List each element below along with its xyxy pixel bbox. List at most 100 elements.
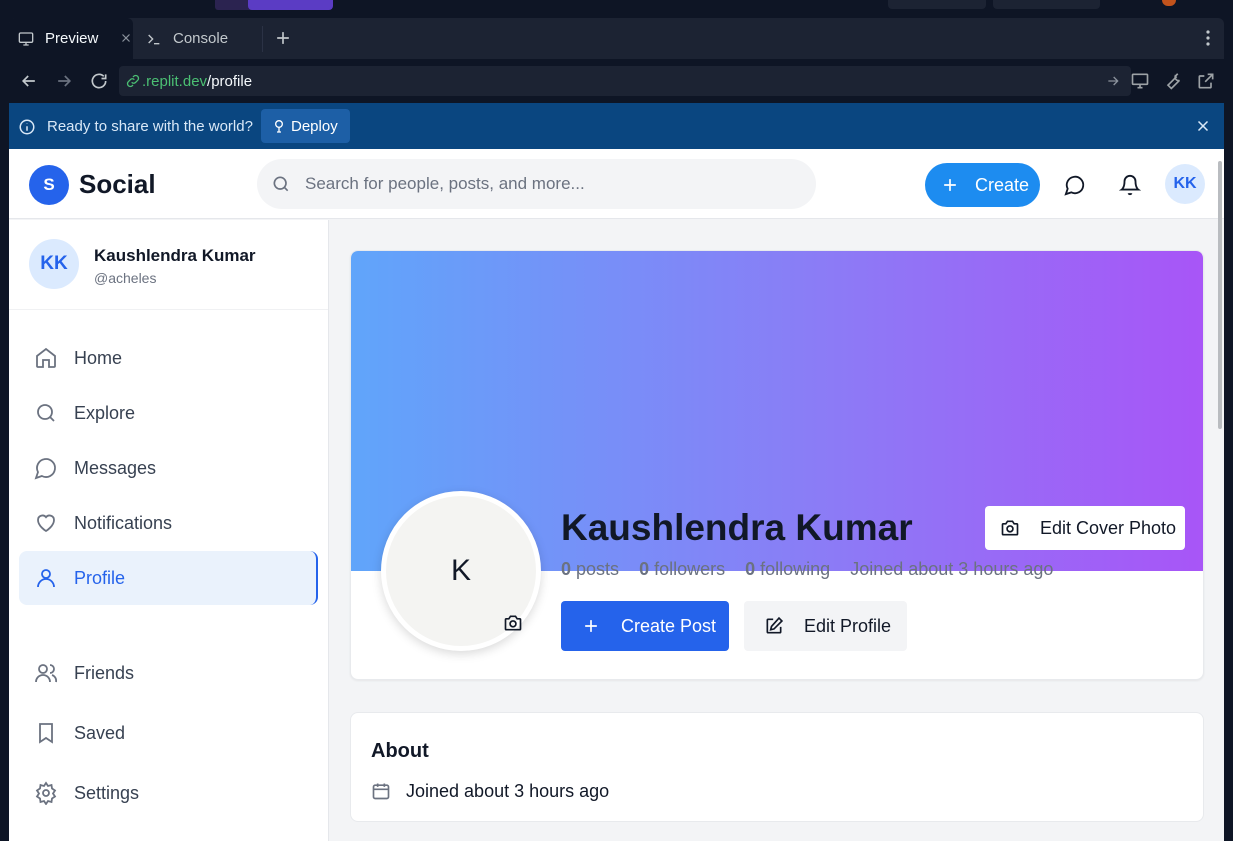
header-avatar[interactable]: KK xyxy=(1165,164,1205,204)
create-label: Create xyxy=(975,174,1030,195)
deploy-banner: Ready to share with the world? Deploy xyxy=(9,103,1224,149)
sidebar-item-label: Profile xyxy=(74,568,126,588)
add-tab-icon[interactable] xyxy=(273,28,293,48)
close-tab-icon[interactable] xyxy=(119,30,133,46)
top-strip-button[interactable] xyxy=(888,0,986,9)
stat-followers-count: 0 xyxy=(639,559,650,579)
sidebar-item-label: Friends xyxy=(74,663,135,683)
more-vertical-icon[interactable] xyxy=(1204,28,1212,48)
info-icon xyxy=(18,118,36,136)
profile-stats: 0 posts 0 followers 0 following Joined a… xyxy=(561,559,1053,580)
logo[interactable]: S xyxy=(29,165,69,205)
avatar: KK xyxy=(29,239,79,289)
scrollbar[interactable] xyxy=(1218,161,1222,429)
tab-preview[interactable]: Preview xyxy=(9,18,133,59)
link-icon xyxy=(125,73,141,89)
bell-icon[interactable] xyxy=(1119,174,1141,196)
stat-followers[interactable]: 0 followers xyxy=(639,559,725,580)
top-strip-active-tab[interactable] xyxy=(248,0,333,10)
go-arrow-icon[interactable] xyxy=(1105,73,1121,89)
profile-name: Kaushlendra Kumar xyxy=(561,507,913,548)
search-bar[interactable] xyxy=(257,159,816,209)
sidebar-user-card[interactable]: KK Kaushlendra Kumar @acheles xyxy=(9,220,328,310)
about-title: About xyxy=(371,740,429,762)
stat-following-count: 0 xyxy=(745,559,756,579)
camera-icon xyxy=(1000,518,1020,538)
edit-icon xyxy=(764,616,784,636)
url-host: .replit.dev xyxy=(142,73,208,90)
edit-cover-photo-button[interactable]: Edit Cover Photo xyxy=(985,506,1185,550)
sidebar-item-label: Settings xyxy=(74,783,140,803)
sidebar-item-profile[interactable]: Profile xyxy=(19,551,318,605)
sidebar-item-label: Notifications xyxy=(74,513,173,533)
message-circle-icon[interactable] xyxy=(1064,174,1086,196)
top-strip-button[interactable] xyxy=(993,0,1100,9)
calendar-icon xyxy=(371,781,391,801)
profile-card: Edit Cover Photo K Kaushlendra Kumar 0 p… xyxy=(350,250,1204,680)
screen: Preview Console .replit.dev/profile Read… xyxy=(0,0,1233,841)
heart-icon xyxy=(34,511,58,535)
stat-joined: Joined about 3 hours ago xyxy=(850,559,1054,579)
edit-profile-button[interactable]: Edit Profile xyxy=(744,601,907,651)
stat-posts-label: posts xyxy=(576,559,620,579)
reload-icon[interactable] xyxy=(89,71,109,91)
url-path: /profile xyxy=(207,73,253,90)
address-bar: .replit.dev/profile xyxy=(9,59,1224,103)
tab-preview-label: Preview xyxy=(45,30,99,47)
back-arrow-icon[interactable] xyxy=(19,71,39,91)
stat-posts-count: 0 xyxy=(561,559,572,579)
user-icon xyxy=(34,566,58,590)
edit-cover-label: Edit Cover Photo xyxy=(1040,517,1177,538)
deploy-button[interactable]: Deploy xyxy=(261,109,350,143)
user-handle: @acheles xyxy=(94,270,157,286)
user-name: Kaushlendra Kumar xyxy=(94,246,256,265)
sidebar-item-saved[interactable]: Saved xyxy=(19,706,318,760)
tab-console-label: Console xyxy=(173,30,229,47)
message-icon xyxy=(34,456,58,480)
url-text: .replit.dev/profile xyxy=(142,73,252,90)
sidebar-item-label: Messages xyxy=(74,458,157,478)
search-input[interactable] xyxy=(305,171,795,197)
create-post-button[interactable]: Create Post xyxy=(561,601,729,651)
deploy-label: Deploy xyxy=(291,117,338,135)
stat-following[interactable]: 0 following xyxy=(745,559,830,580)
top-strip-avatar[interactable] xyxy=(1162,0,1176,6)
sidebar-item-friends[interactable]: Friends xyxy=(19,646,318,700)
monitor-icon xyxy=(17,31,35,47)
close-banner-icon[interactable] xyxy=(1194,117,1212,135)
sidebar-item-label: Explore xyxy=(74,403,136,423)
sidebar-item-home[interactable]: Home xyxy=(19,331,318,385)
sidebar-item-explore[interactable]: Explore xyxy=(19,386,318,440)
profile-avatar[interactable]: K xyxy=(381,491,541,651)
sidebar-item-notifications[interactable]: Notifications xyxy=(19,496,318,550)
gear-icon xyxy=(34,781,58,805)
sidebar-item-messages[interactable]: Messages xyxy=(19,441,318,495)
brand-name[interactable]: Social xyxy=(79,169,156,200)
tab-console[interactable]: Console xyxy=(137,18,262,59)
about-joined: Joined about 3 hours ago xyxy=(406,781,610,801)
sidebar-item-settings[interactable]: Settings xyxy=(19,766,318,820)
home-icon xyxy=(34,346,58,370)
sidebar-item-label: Home xyxy=(74,348,123,368)
banner-message: Ready to share with the world? xyxy=(47,118,253,135)
about-card: About Joined about 3 hours ago xyxy=(350,712,1204,822)
devices-icon[interactable] xyxy=(1130,71,1150,91)
sidebar: KK Kaushlendra Kumar @acheles Home Explo… xyxy=(9,220,329,841)
deploy-icon xyxy=(271,118,287,134)
create-button[interactable]: Create xyxy=(925,163,1040,207)
sidebar-item-label: Saved xyxy=(74,723,126,743)
stat-followers-label: followers xyxy=(654,559,726,579)
stat-posts: 0 posts xyxy=(561,559,619,580)
bookmark-icon xyxy=(34,721,58,745)
open-external-icon[interactable] xyxy=(1196,71,1216,91)
wrench-icon[interactable] xyxy=(1163,71,1183,91)
edit-profile-label: Edit Profile xyxy=(804,615,892,636)
camera-icon[interactable] xyxy=(503,613,523,633)
app-header: S Social Create KK xyxy=(9,149,1224,219)
stat-following-label: following xyxy=(760,559,831,579)
social-app: S Social Create KK xyxy=(9,149,1224,841)
url-field[interactable]: .replit.dev/profile xyxy=(119,66,1131,96)
forward-arrow-icon[interactable] xyxy=(54,71,74,91)
workspace-top-strip xyxy=(0,0,1233,18)
search-icon xyxy=(34,401,58,425)
